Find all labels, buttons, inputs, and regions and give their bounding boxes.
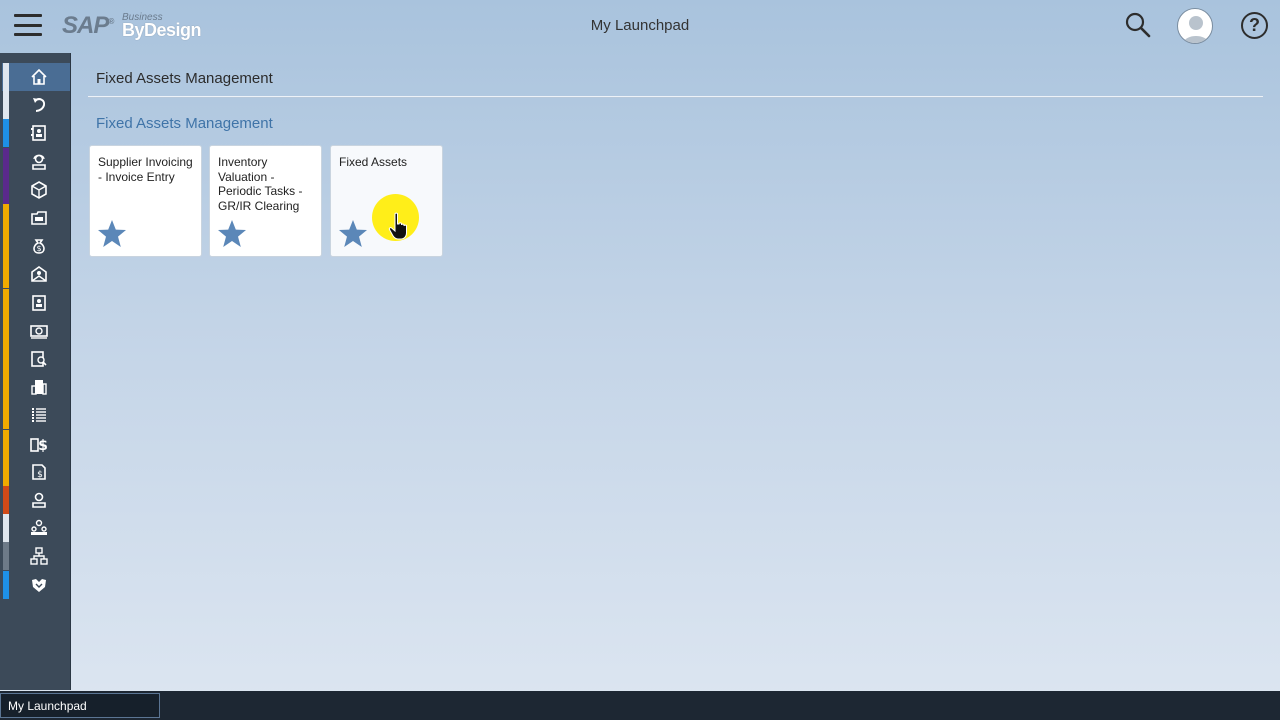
sidebar-accent-bar bbox=[3, 542, 9, 571]
sidebar-item-employee[interactable] bbox=[2, 486, 70, 514]
tile-label: Inventory Valuation - Periodic Tasks - G… bbox=[218, 155, 303, 213]
list-icon bbox=[32, 408, 46, 423]
sidebar-accent-bar bbox=[3, 373, 9, 402]
sidebar-item-cash[interactable] bbox=[2, 316, 70, 345]
customer-service-icon bbox=[32, 154, 46, 170]
sidebar-item-envelope-people[interactable] bbox=[2, 260, 70, 289]
sidebar-item-document-person[interactable] bbox=[2, 288, 70, 317]
sidebar-item-cost-center[interactable]: $ bbox=[2, 429, 70, 458]
sidebar-item-invoice[interactable]: $ bbox=[2, 457, 70, 486]
user-avatar-icon[interactable] bbox=[1177, 8, 1213, 44]
team-icon bbox=[31, 519, 47, 536]
money-bag-icon: $ bbox=[33, 239, 45, 254]
sidebar-item-product-box[interactable] bbox=[2, 175, 70, 204]
sap-bydesign-logo[interactable]: SAP® Business ByDesign bbox=[62, 10, 212, 42]
sidebar-accent-bar bbox=[3, 91, 9, 120]
sidebar-item-org-chart[interactable] bbox=[2, 542, 70, 571]
sidebar-accent-bar bbox=[3, 345, 9, 373]
search-icon[interactable] bbox=[1124, 10, 1152, 40]
folder-icon bbox=[31, 211, 47, 225]
page-title: Fixed Assets Management bbox=[96, 70, 273, 87]
help-icon[interactable]: ? bbox=[1241, 12, 1268, 39]
bottom-task-bar: My Launchpad bbox=[0, 691, 1280, 720]
tile-label: Supplier Invoicing - Invoice Entry bbox=[98, 155, 193, 184]
sidebar-item-building[interactable] bbox=[2, 373, 70, 402]
cash-icon bbox=[30, 324, 48, 339]
sidebar-accent-bar bbox=[3, 63, 9, 91]
logo-bydesign-text: ByDesign bbox=[122, 20, 202, 40]
sidebar-accent-bar bbox=[3, 119, 9, 148]
sidebar-item-money-bag[interactable]: $ bbox=[2, 232, 70, 261]
home-icon bbox=[31, 68, 47, 85]
sidebar-accent-bar bbox=[3, 316, 9, 345]
sidebar-accent-bar bbox=[3, 570, 9, 599]
sidebar-item-customer-service[interactable] bbox=[2, 147, 70, 176]
sidebar-accent-bar bbox=[3, 288, 9, 317]
cost-center-icon: $ bbox=[30, 438, 48, 453]
sidebar-item-handshake[interactable] bbox=[2, 570, 70, 599]
tile-supplier-invoicing[interactable]: Supplier Invoicing - Invoice Entry bbox=[89, 145, 202, 257]
sidebar-accent-bar bbox=[3, 429, 9, 458]
contact-card-icon bbox=[31, 125, 46, 142]
sidebar-accent-bar bbox=[3, 175, 9, 204]
sidebar: $ $ $ bbox=[0, 53, 71, 690]
invoice-icon: $ bbox=[32, 463, 46, 480]
svg-text:$: $ bbox=[36, 244, 41, 253]
sidebar-item-contact-card[interactable] bbox=[2, 119, 70, 148]
sidebar-accent-bar bbox=[3, 457, 9, 486]
person-document-icon bbox=[31, 351, 47, 367]
star-icon bbox=[98, 220, 126, 247]
tile-fixed-assets[interactable]: Fixed Assets bbox=[330, 145, 443, 257]
logo-sap-text: SAP® bbox=[62, 12, 114, 39]
sidebar-accent-bar bbox=[3, 232, 9, 261]
sidebar-accent-bar bbox=[3, 204, 9, 232]
product-box-icon bbox=[31, 180, 47, 199]
document-person-icon bbox=[32, 294, 46, 311]
star-icon bbox=[218, 220, 246, 247]
group-title: Fixed Assets Management bbox=[96, 115, 273, 132]
star-icon bbox=[339, 220, 367, 247]
sidebar-accent-bar bbox=[3, 514, 9, 543]
sidebar-item-person-document[interactable] bbox=[2, 345, 70, 373]
refresh-arrow-icon bbox=[33, 98, 46, 113]
header-title: My Launchpad bbox=[590, 17, 690, 34]
help-label: ? bbox=[1249, 15, 1260, 35]
title-divider bbox=[88, 96, 1263, 98]
tile-label: Fixed Assets bbox=[339, 155, 408, 169]
sidebar-accent-bar bbox=[3, 147, 9, 176]
envelope-people-icon bbox=[31, 266, 47, 283]
hamburger-menu-icon[interactable] bbox=[14, 14, 42, 36]
svg-text:$: $ bbox=[38, 438, 48, 453]
tile-inventory-valuation[interactable]: Inventory Valuation - Periodic Tasks - G… bbox=[209, 145, 322, 257]
sidebar-item-list[interactable] bbox=[2, 401, 70, 430]
org-chart-icon bbox=[30, 547, 48, 566]
handshake-icon bbox=[32, 578, 46, 592]
building-icon bbox=[31, 380, 47, 395]
sidebar-item-home[interactable] bbox=[2, 63, 70, 91]
sidebar-accent-bar bbox=[3, 260, 9, 289]
sidebar-accent-bar bbox=[3, 401, 9, 430]
shell-header: SAP® Business ByDesign My Launchpad ? bbox=[0, 0, 1280, 52]
employee-icon bbox=[32, 492, 46, 508]
sidebar-accent-bar bbox=[3, 486, 9, 514]
svg-text:$: $ bbox=[37, 470, 43, 480]
sidebar-item-folder[interactable] bbox=[2, 204, 70, 232]
task-tab-my-launchpad[interactable]: My Launchpad bbox=[0, 693, 160, 718]
sidebar-item-refresh-arrow[interactable] bbox=[2, 91, 70, 120]
sidebar-item-team[interactable] bbox=[2, 514, 70, 543]
